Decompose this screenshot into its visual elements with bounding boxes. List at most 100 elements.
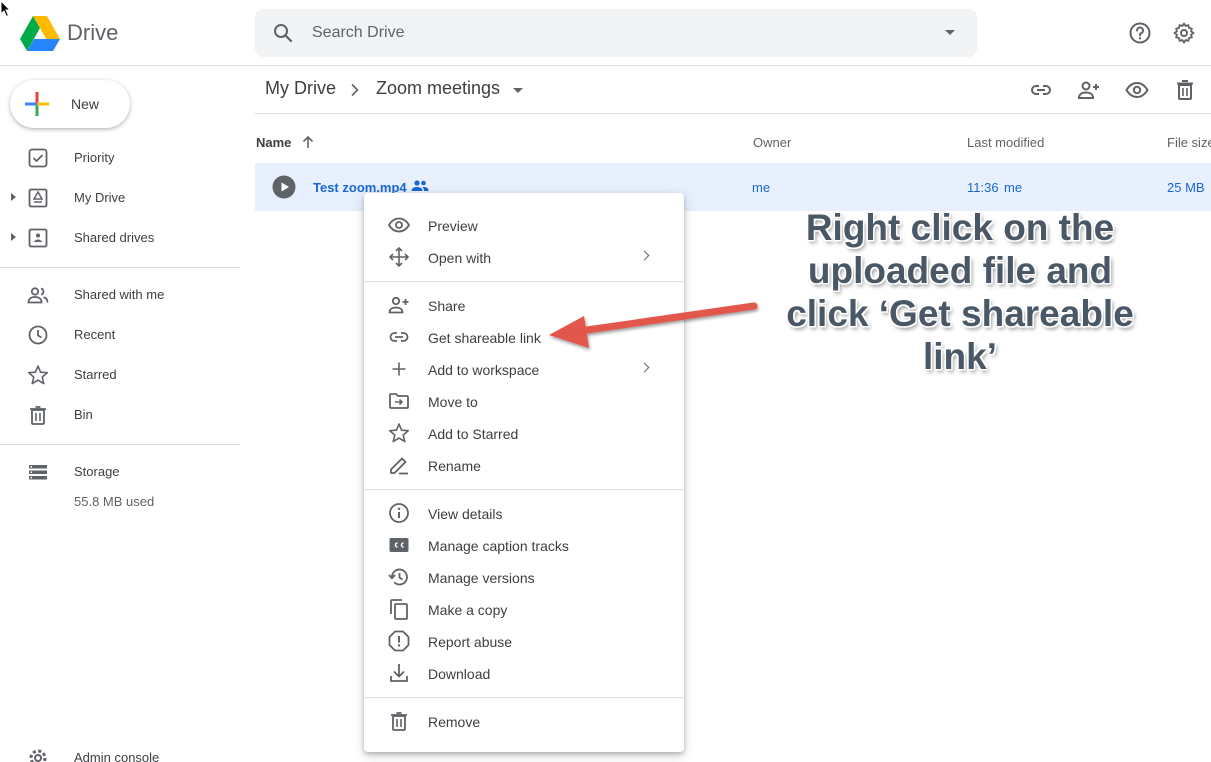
main-divider bbox=[255, 113, 1211, 114]
menu-item-label: Open with bbox=[428, 250, 492, 266]
column-header-last-modified[interactable]: Last modified bbox=[967, 135, 1044, 150]
cc-icon bbox=[389, 538, 409, 552]
expand-arrow-icon[interactable] bbox=[11, 233, 16, 241]
search-input[interactable]: Search Drive bbox=[312, 24, 404, 42]
breadcrumb-current-folder[interactable]: Zoom meetings bbox=[376, 78, 500, 99]
shared-people-icon bbox=[411, 180, 429, 191]
star-icon bbox=[27, 365, 49, 385]
drive-brand-label[interactable]: Drive bbox=[67, 20, 118, 46]
sidebar-item-label: Shared drives bbox=[74, 230, 155, 245]
download-icon bbox=[390, 664, 408, 682]
menu-item-manage-caption-tracks[interactable]: Manage caption tracks bbox=[364, 529, 684, 561]
pencil-icon bbox=[390, 457, 408, 475]
expand-arrow-icon[interactable] bbox=[11, 193, 16, 201]
gear-icon bbox=[29, 749, 47, 762]
column-header-file-size[interactable]: File size bbox=[1167, 135, 1211, 150]
drive-logo-icon[interactable] bbox=[20, 15, 60, 51]
sidebar-item-label: My Drive bbox=[74, 190, 126, 205]
sidebar-item-priority[interactable]: Priority bbox=[0, 141, 240, 177]
sidebar-item-recent[interactable]: Recent bbox=[0, 318, 240, 354]
menu-item-label: Make a copy bbox=[428, 602, 508, 618]
sidebar-item-storage[interactable]: Storage bbox=[0, 455, 240, 491]
annotation-line: Right click on the bbox=[805, 207, 1115, 248]
help-icon[interactable] bbox=[1128, 21, 1152, 45]
settings-gear-icon[interactable] bbox=[1172, 21, 1196, 45]
menu-item-label: Preview bbox=[428, 218, 478, 234]
priority-icon bbox=[28, 148, 48, 168]
context-menu: Preview Open with Share Get shareable li… bbox=[364, 193, 684, 752]
sidebar-item-label: Bin bbox=[74, 407, 93, 422]
trash-icon[interactable] bbox=[1173, 78, 1197, 102]
folder-menu-caret-icon[interactable] bbox=[513, 88, 523, 93]
menu-item-label: Add to Starred bbox=[428, 426, 519, 442]
search-bar[interactable]: Search Drive bbox=[255, 9, 977, 57]
link-icon bbox=[389, 332, 409, 342]
menu-item-rename[interactable]: Rename bbox=[364, 449, 684, 481]
alert-icon bbox=[388, 630, 410, 652]
menu-item-add-to-starred[interactable]: Add to Starred bbox=[364, 417, 684, 449]
sidebar-item-shared-with-me[interactable]: Shared with me bbox=[0, 278, 240, 314]
sidebar-item-label: Admin console bbox=[74, 750, 160, 762]
top-bar: Drive Search Drive bbox=[0, 0, 1211, 66]
search-icon[interactable] bbox=[271, 21, 295, 45]
menu-divider bbox=[364, 489, 684, 490]
column-header-owner[interactable]: Owner bbox=[753, 135, 791, 150]
shared-with-me-icon bbox=[27, 287, 49, 304]
menu-item-move-to[interactable]: Move to bbox=[364, 385, 684, 417]
shared-drives-icon bbox=[28, 228, 48, 248]
menu-item-label: Add to workspace bbox=[428, 362, 540, 378]
breadcrumb-my-drive[interactable]: My Drive bbox=[265, 78, 336, 99]
sidebar-item-bin[interactable]: Bin bbox=[0, 398, 240, 434]
menu-item-label: Manage caption tracks bbox=[428, 538, 569, 554]
menu-item-open-with[interactable]: Open with bbox=[364, 241, 684, 273]
storage-icon bbox=[29, 465, 47, 480]
trash-icon bbox=[30, 406, 46, 425]
sidebar-item-label: Recent bbox=[74, 327, 116, 342]
move-to-folder-icon bbox=[389, 393, 409, 409]
menu-item-label: View details bbox=[428, 506, 503, 522]
add-person-icon bbox=[388, 296, 409, 314]
menu-item-manage-versions[interactable]: Manage versions bbox=[364, 561, 684, 593]
submenu-chevron-icon bbox=[639, 250, 650, 261]
sidebar-item-shared-drives[interactable]: Shared drives bbox=[0, 221, 240, 257]
annotation-line: uploaded file and bbox=[807, 250, 1113, 291]
menu-item-report-abuse[interactable]: Report abuse bbox=[364, 625, 684, 657]
plus-colored-icon bbox=[25, 92, 49, 116]
video-file-icon bbox=[272, 175, 296, 199]
sidebar-divider bbox=[0, 267, 240, 268]
eye-icon[interactable] bbox=[1125, 78, 1149, 102]
menu-item-get-shareable-link[interactable]: Get shareable link bbox=[364, 321, 684, 353]
sidebar-item-label: Shared with me bbox=[74, 287, 165, 302]
link-icon[interactable] bbox=[1029, 78, 1053, 102]
submenu-chevron-icon bbox=[639, 362, 650, 373]
sidebar-item-my-drive[interactable]: My Drive bbox=[0, 181, 240, 217]
add-person-icon[interactable] bbox=[1077, 78, 1101, 102]
menu-item-add-to-workspace[interactable]: Add to workspace bbox=[364, 353, 684, 385]
sidebar-item-starred[interactable]: Starred bbox=[0, 358, 240, 394]
file-modified-by: me bbox=[1004, 180, 1023, 195]
menu-item-view-details[interactable]: View details bbox=[364, 497, 684, 529]
annotation-text: Right click on the uploaded file and cli… bbox=[770, 206, 1150, 378]
my-drive-icon bbox=[28, 188, 48, 208]
menu-item-preview[interactable]: Preview bbox=[364, 209, 684, 241]
annotation-line: link’ bbox=[922, 336, 998, 377]
file-size: 25 MB bbox=[1167, 180, 1205, 195]
menu-item-label: Move to bbox=[428, 394, 478, 410]
column-header-name[interactable]: Name bbox=[256, 135, 291, 150]
sort-arrow-up-icon[interactable] bbox=[301, 135, 315, 149]
copy-icon bbox=[390, 599, 408, 620]
trash-icon bbox=[391, 712, 407, 731]
menu-item-download[interactable]: Download bbox=[364, 657, 684, 689]
search-options-caret-icon[interactable] bbox=[945, 30, 955, 35]
file-modified-time: 11:36 bbox=[967, 180, 999, 195]
menu-item-remove[interactable]: Remove bbox=[364, 705, 684, 737]
annotation-line: click ‘Get shareable bbox=[786, 293, 1134, 334]
menu-divider bbox=[364, 697, 684, 698]
menu-item-label: Manage versions bbox=[428, 570, 535, 586]
menu-item-label: Share bbox=[428, 298, 466, 314]
menu-item-make-a-copy[interactable]: Make a copy bbox=[364, 593, 684, 625]
menu-item-label: Rename bbox=[428, 458, 481, 474]
new-button[interactable]: New bbox=[10, 80, 130, 128]
sidebar-item-admin-console[interactable]: Admin console bbox=[0, 741, 240, 762]
menu-item-share[interactable]: Share bbox=[364, 289, 684, 321]
